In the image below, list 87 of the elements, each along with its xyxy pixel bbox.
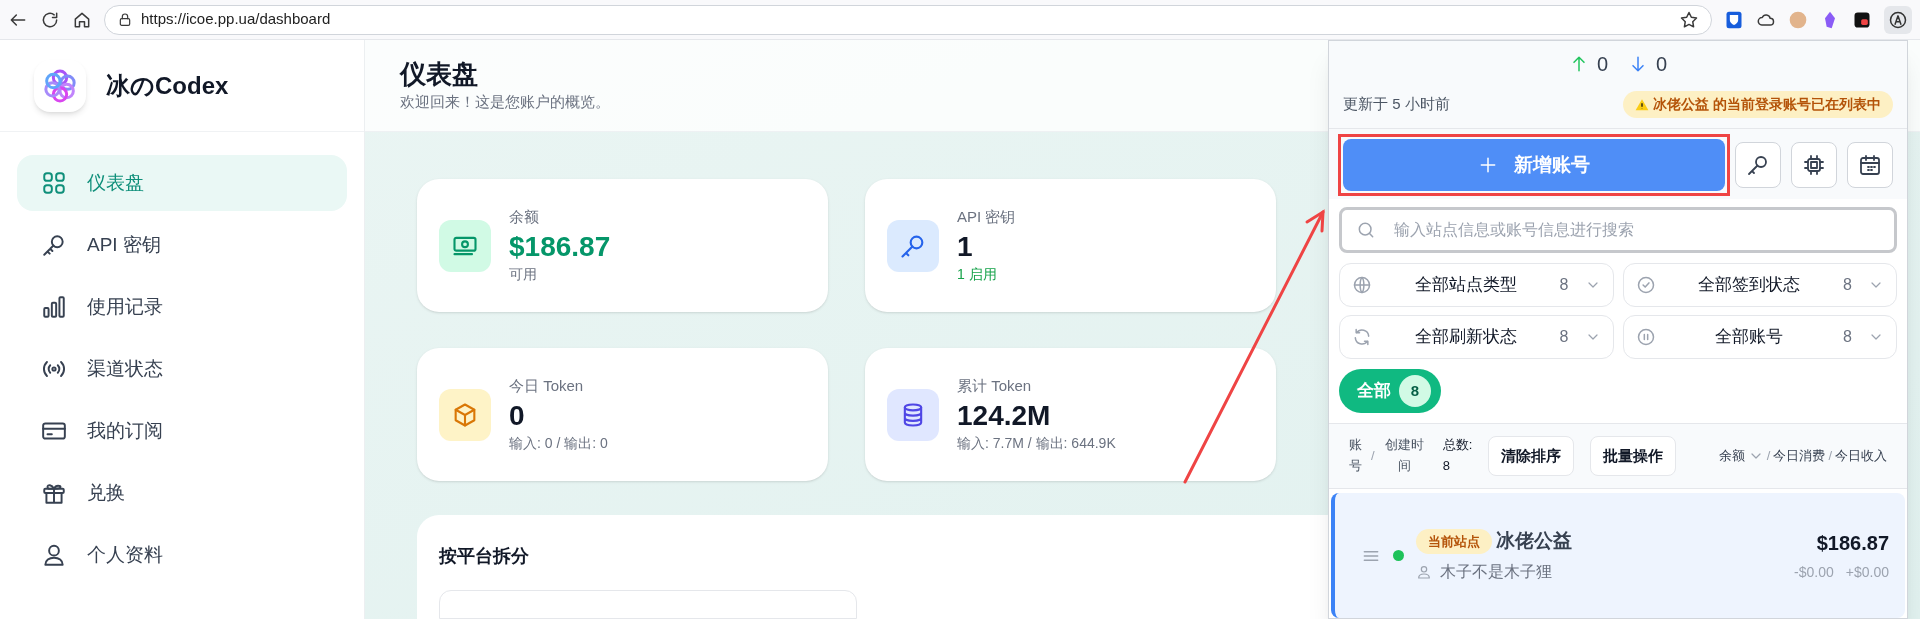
database-icon xyxy=(887,388,939,441)
nav-item[interactable]: 兑换 xyxy=(17,465,347,521)
filter-dropdown[interactable]: 全部签到状态 8 xyxy=(1622,263,1897,307)
filter-count: 8 xyxy=(1559,275,1569,295)
stat-label: 累计 Token xyxy=(957,376,1033,397)
brand-name: 冰のCodex xyxy=(106,70,229,101)
chip-icon xyxy=(1802,153,1826,177)
calendar-icon xyxy=(1858,153,1882,177)
user-icon xyxy=(1416,563,1432,580)
stat-label: API 密钥 xyxy=(957,207,1016,228)
account-row[interactable]: 当前站点 冰佬公益 木子不是木子狸 $186.87 -$0.00 +$0.00 xyxy=(1331,493,1905,618)
grid-icon xyxy=(41,170,67,196)
stat-subtext: 输入: 7.7M / 输出: 644.9K xyxy=(957,433,1116,453)
letter-circle-icon xyxy=(1888,9,1908,30)
chip-button[interactable] xyxy=(1791,142,1837,188)
search-field[interactable]: 输入站点信息或账号信息进行搜索 xyxy=(1339,207,1897,253)
key-icon xyxy=(41,232,67,258)
key-icon xyxy=(1746,153,1770,177)
filter-count: 8 xyxy=(1843,275,1852,295)
search-icon xyxy=(1356,220,1376,240)
nav-item[interactable]: 个人资料 xyxy=(17,527,347,583)
url-text: https://icoe.pp.ua/dashboard xyxy=(141,9,332,30)
nav-item[interactable]: 渠道状态 xyxy=(17,341,347,397)
filter-dropdown[interactable]: 全部账号 8 xyxy=(1622,315,1897,359)
address-bar[interactable]: https://icoe.pp.ua/dashboard xyxy=(104,4,1712,35)
stat-value: 0 xyxy=(509,398,526,433)
tab-count: 8 xyxy=(1399,375,1431,407)
logo-icon xyxy=(34,59,86,112)
bar-chart-icon xyxy=(41,294,67,320)
filter-count: 8 xyxy=(1559,327,1569,347)
filter-dropdown[interactable]: 全部刷新状态 8 xyxy=(1339,315,1614,359)
calendar-button[interactable] xyxy=(1847,142,1893,188)
total-count: 8 xyxy=(1442,457,1451,475)
separator-slash: / xyxy=(1766,447,1771,466)
updated-time: 更新于 5 小时前 xyxy=(1343,94,1450,115)
stat-subtext: 1 启用 xyxy=(957,264,998,284)
nav-item[interactable]: 使用记录 xyxy=(17,279,347,335)
account-site-name: 冰佬公益 xyxy=(1496,529,1572,554)
shield-icon[interactable] xyxy=(1724,9,1744,30)
stat-subtext: 可用 xyxy=(509,264,538,284)
current-site-badge: 当前站点 xyxy=(1416,528,1492,555)
nav-item[interactable]: 仪表盘 xyxy=(17,155,347,211)
tab[interactable]: 全部 8 xyxy=(1339,369,1441,413)
stat-value: 1 xyxy=(957,229,974,264)
today-income: +$0.00 xyxy=(1845,563,1889,582)
refresh-icon xyxy=(1352,327,1372,347)
nav-item[interactable]: API 密钥 xyxy=(17,217,347,273)
sort-created-label[interactable]: 创建时间 xyxy=(1382,435,1427,477)
star-icon[interactable] xyxy=(1679,9,1699,30)
stat-value: 124.2M xyxy=(957,398,1052,433)
key-icon xyxy=(887,219,939,272)
sort-column[interactable]: 今日消费 xyxy=(1773,446,1826,466)
user-icon xyxy=(41,542,67,568)
filter-dropdown[interactable]: 全部站点类型 8 xyxy=(1339,263,1614,307)
check-badge-icon xyxy=(1635,275,1656,295)
account-username: 木子不是木子狸 xyxy=(1440,561,1552,582)
separator-slash: / xyxy=(1828,447,1832,466)
stat-label: 今日 Token xyxy=(509,376,585,397)
sort-account-label[interactable]: 账号 xyxy=(1349,435,1363,477)
nav-item[interactable]: 我的订阅 xyxy=(17,403,347,459)
lock-icon xyxy=(117,11,133,28)
stat-label: 余额 xyxy=(509,207,540,228)
download-count: 0 xyxy=(1656,52,1668,77)
warning-badge: 冰佬公益 的当前登录账号已在列表中 xyxy=(1623,91,1893,118)
account-balance: $186.87 xyxy=(1816,531,1889,556)
plus-icon xyxy=(1478,155,1498,175)
page-subtitle: 欢迎回来！这是您账户的概览。 xyxy=(400,91,610,112)
separator-slash: / xyxy=(1371,447,1375,466)
section-title: 按平台拆分 xyxy=(439,545,530,568)
sort-action-button[interactable]: 批量操作 xyxy=(1590,436,1677,476)
stat-subtext: 输入: 0 / 输出: 0 xyxy=(509,433,608,453)
warning-icon xyxy=(1635,97,1650,112)
upload-count: 0 xyxy=(1596,52,1608,77)
cube-icon xyxy=(439,388,491,441)
today-spend: -$0.00 xyxy=(1794,563,1834,582)
pause-icon xyxy=(1635,327,1656,347)
total-label: 总数: xyxy=(1442,436,1473,455)
page-title: 仪表盘 xyxy=(400,58,478,91)
sort-column[interactable]: 余额 xyxy=(1718,446,1745,466)
globe-icon xyxy=(1352,275,1372,295)
extension-button[interactable] xyxy=(1884,5,1912,34)
banknote-icon xyxy=(439,219,491,272)
filter-count: 8 xyxy=(1843,327,1852,347)
sort-column[interactable]: 今日收入 xyxy=(1835,446,1887,466)
sort-action-button[interactable]: 清除排序 xyxy=(1488,436,1575,476)
key-button[interactable] xyxy=(1735,142,1781,188)
stat-value: $186.87 xyxy=(509,229,611,264)
